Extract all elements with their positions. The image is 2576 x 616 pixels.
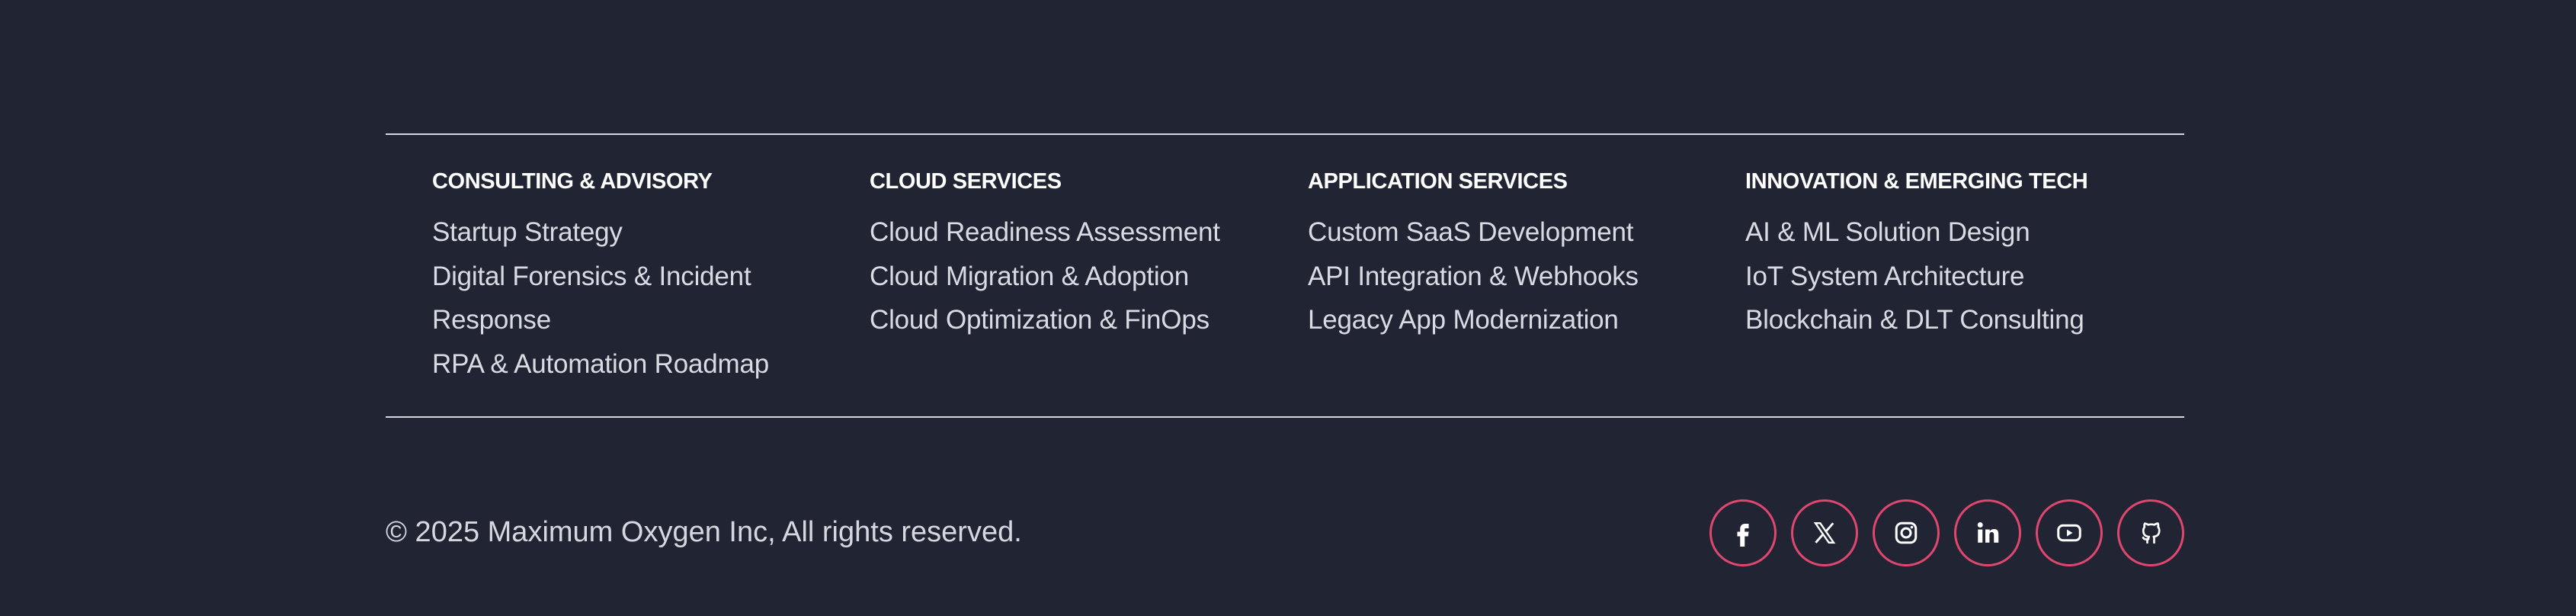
youtube-link[interactable] [2036,499,2103,566]
footer-top-divider [386,133,2184,135]
x-twitter-link[interactable] [1791,499,1858,566]
footer-link[interactable]: Legacy App Modernization [1308,298,1704,342]
footer-column-consulting: CONSULTING & ADVISORY Startup Strategy D… [432,166,828,386]
column-title: CLOUD SERVICES [870,169,1062,194]
facebook-link[interactable] [1709,499,1777,566]
column-links: Cloud Readiness Assessment Cloud Migrati… [870,210,1266,342]
column-title: INNOVATION & EMERGING TECH [1745,169,2088,194]
footer-link[interactable]: API Integration & Webhooks [1308,255,1704,299]
footer-link[interactable]: AI & ML Solution Design [1745,210,2142,255]
linkedin-icon [1974,519,2001,547]
site-footer: CONSULTING & ADVISORY Startup Strategy D… [386,0,2184,616]
column-title: CONSULTING & ADVISORY [432,169,713,194]
footer-bottom-divider [386,416,2184,418]
social-links [1709,499,2184,566]
footer-link[interactable]: Cloud Readiness Assessment [870,210,1266,255]
footer-link[interactable]: Custom SaaS Development [1308,210,1704,255]
copyright-text: © 2025 Maximum Oxygen Inc, All rights re… [386,516,1022,548]
column-links: Custom SaaS Development API Integration … [1308,210,1704,342]
footer-link[interactable]: IoT System Architecture [1745,255,2142,299]
footer-link[interactable]: Cloud Migration & Adoption [870,255,1266,299]
footer-link[interactable]: Cloud Optimization & FinOps [870,298,1266,342]
linkedin-link[interactable] [1954,499,2021,566]
x-twitter-icon [1811,519,1838,547]
footer-link[interactable]: RPA & Automation Roadmap [432,342,828,387]
github-icon [2137,519,2164,547]
footer-column-cloud: CLOUD SERVICES Cloud Readiness Assessmen… [870,166,1266,342]
footer-link[interactable]: Blockchain & DLT Consulting [1745,298,2142,342]
footer-columns: CONSULTING & ADVISORY Startup Strategy D… [432,166,2177,395]
github-link[interactable] [2117,499,2184,566]
footer-column-innovation: INNOVATION & EMERGING TECH AI & ML Solut… [1745,166,2142,342]
column-title: APPLICATION SERVICES [1308,169,1568,194]
column-links: Startup Strategy Digital Forensics & Inc… [432,210,828,386]
instagram-icon [1892,519,1920,547]
footer-link[interactable]: Digital Forensics & Incident Response [432,255,828,342]
footer-link[interactable]: Startup Strategy [432,210,828,255]
footer-column-application: APPLICATION SERVICES Custom SaaS Develop… [1308,166,1704,342]
column-links: AI & ML Solution Design IoT System Archi… [1745,210,2142,342]
facebook-icon [1729,519,1757,547]
youtube-icon [2055,519,2083,547]
instagram-link[interactable] [1873,499,1940,566]
